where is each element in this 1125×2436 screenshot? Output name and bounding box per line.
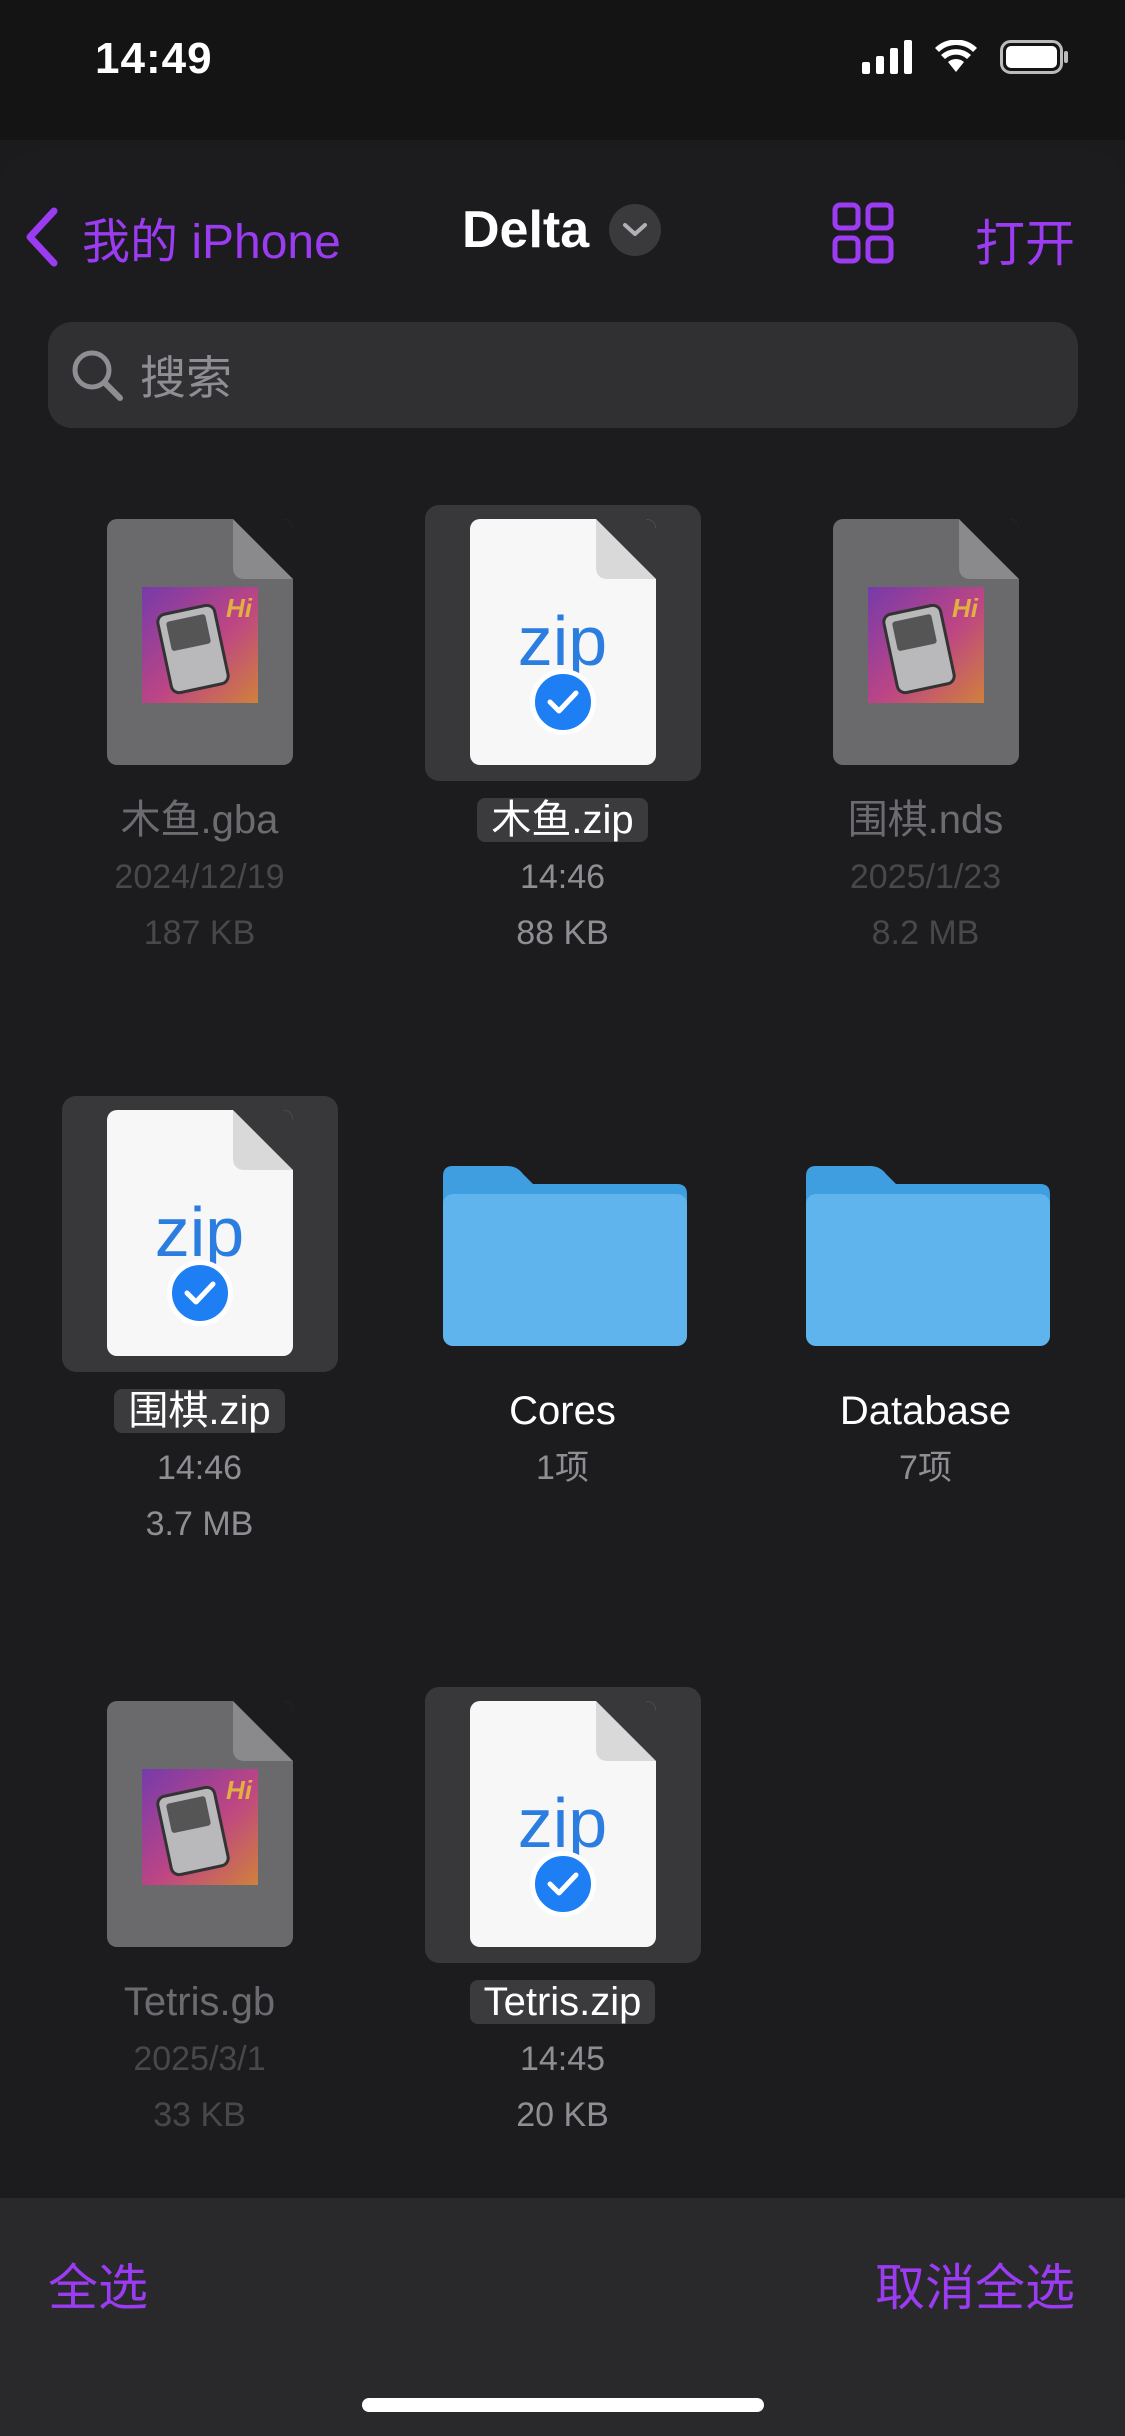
grid-view-icon	[832, 202, 894, 264]
open-button[interactable]: 打开	[975, 204, 1075, 276]
file-size: 33 KB	[153, 2096, 246, 2134]
file-thumbnail: zip	[424, 1687, 701, 1963]
file-date: 14:45	[519, 2040, 606, 2078]
svg-text:Hi: Hi	[226, 593, 253, 623]
folder-thumbnail	[788, 1096, 1064, 1372]
file-item-weiqi-nds[interactable]: Hi 围棋.nds 2025/1/23 8.2 MB	[744, 505, 1107, 961]
document-icon: Hi	[106, 1701, 293, 1947]
file-item-muyu-zip[interactable]: zip 木鱼.zip 14:46 88 KB	[381, 505, 744, 961]
folder-item-database[interactable]: Database 7项	[744, 1096, 1107, 1496]
search-input[interactable]: 搜索	[48, 322, 1078, 428]
file-thumbnail: Hi	[62, 1687, 338, 1963]
zip-document-icon: zip	[106, 1110, 293, 1356]
status-icons	[862, 40, 1070, 74]
file-size: 187 KB	[143, 914, 256, 952]
folder-item-count: 1项	[536, 1449, 589, 1487]
back-button[interactable]: 我的 iPhone	[24, 202, 341, 272]
cellular-signal-icon	[862, 40, 912, 74]
file-thumbnail: Hi	[788, 505, 1064, 781]
document-icon: Hi	[106, 519, 293, 765]
svg-text:Hi: Hi	[226, 1775, 253, 1805]
home-indicator[interactable]	[362, 2398, 764, 2412]
folder-icon	[805, 1166, 1050, 1346]
file-thumbnail: zip	[424, 505, 701, 781]
chevron-left-icon	[26, 207, 58, 267]
file-item-muyu-gba[interactable]: Hi 木鱼.gba 2024/12/19 187 KB	[18, 505, 381, 961]
file-date: 2025/1/23	[849, 858, 1002, 896]
file-date: 14:46	[519, 858, 606, 896]
bottom-toolbar: 全选 取消全选	[0, 2198, 1125, 2436]
deselect-all-button[interactable]: 取消全选	[875, 2248, 1075, 2320]
checkmark-icon	[529, 1851, 596, 1917]
file-thumbnail: zip	[61, 1096, 338, 1372]
folder-name: Cores	[509, 1389, 616, 1433]
delta-app-icon: Hi	[141, 1769, 258, 1885]
file-name: Tetris.zip	[381, 1973, 744, 2031]
select-all-button[interactable]: 全选	[48, 2248, 148, 2320]
folder-name: Database	[839, 1389, 1012, 1433]
checkmark-icon	[166, 1260, 233, 1326]
battery-icon	[1000, 40, 1068, 74]
file-size: 3.7 MB	[145, 1505, 254, 1543]
page-title: Delta	[462, 201, 590, 259]
folder-thumbnail	[425, 1096, 701, 1372]
checkmark-icon	[529, 669, 596, 735]
file-name: 木鱼.zip	[381, 791, 744, 849]
folder-title-menu[interactable]: Delta	[462, 200, 662, 260]
zip-document-icon: zip	[469, 1701, 656, 1947]
file-name: 围棋.nds	[847, 798, 1004, 842]
file-item-tetris-gb[interactable]: Hi Tetris.gb 2025/3/1 33 KB	[18, 1687, 381, 2143]
file-size: 8.2 MB	[871, 914, 980, 952]
file-name: 围棋.zip	[18, 1382, 381, 1440]
grid-view-button[interactable]	[832, 202, 894, 269]
folder-item-cores[interactable]: Cores 1项	[381, 1096, 744, 1496]
file-size: 20 KB	[516, 2096, 609, 2134]
folder-icon	[442, 1166, 687, 1346]
wifi-icon	[935, 40, 977, 72]
file-date: 2024/12/19	[114, 858, 285, 896]
document-icon: Hi	[832, 519, 1019, 765]
status-bar: 14:49	[0, 0, 1125, 140]
file-date: 14:46	[156, 1449, 243, 1487]
file-thumbnail: Hi	[62, 505, 338, 781]
file-item-weiqi-zip[interactable]: zip 围棋.zip 14:46 3.7 MB	[18, 1096, 381, 1552]
file-browser-sheet: 我的 iPhone Delta 打开 搜索 Hi 木鱼.gba 2024/12/…	[0, 150, 1125, 2436]
file-name: Tetris.gb	[123, 1980, 276, 2024]
file-item-tetris-zip[interactable]: zip Tetris.zip 14:45 20 KB	[381, 1687, 744, 2143]
delta-app-icon: Hi	[141, 587, 258, 703]
navigation-bar: 我的 iPhone Delta 打开	[0, 150, 1125, 320]
svg-text:Hi: Hi	[952, 593, 979, 623]
zip-document-icon: zip	[469, 519, 656, 765]
search-icon	[72, 350, 123, 401]
search-placeholder: 搜索	[140, 352, 232, 404]
folder-item-count: 7项	[899, 1449, 952, 1487]
file-size: 88 KB	[516, 914, 609, 952]
delta-app-icon: Hi	[867, 587, 984, 703]
file-name: 木鱼.gba	[120, 798, 279, 842]
chevron-down-icon	[609, 204, 662, 256]
file-date: 2025/3/1	[133, 2040, 266, 2078]
status-time: 14:49	[95, 34, 213, 83]
back-button-label: 我的 iPhone	[82, 216, 341, 269]
